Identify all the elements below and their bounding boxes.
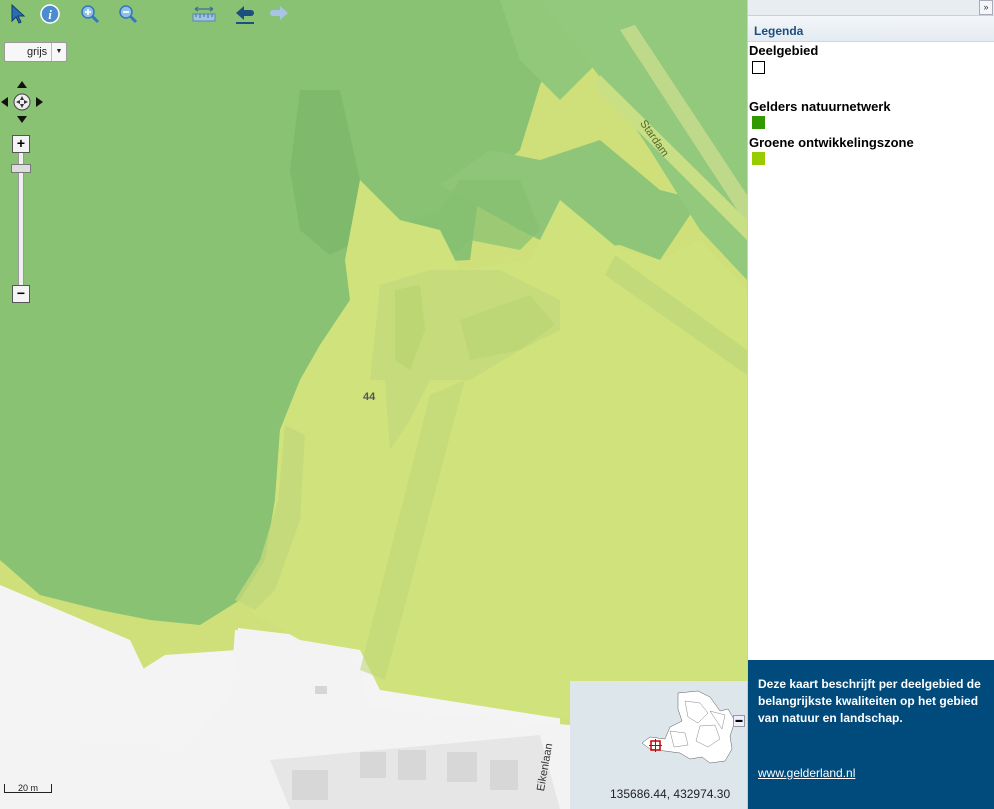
arrow-left-icon xyxy=(236,6,254,24)
pan-right-icon[interactable] xyxy=(36,97,43,107)
select-tool-button[interactable] xyxy=(4,0,32,28)
arrow-right-icon xyxy=(270,6,288,20)
map-canvas[interactable]: i grijs ▼ + − 44 Stardam Eikenlaan 20 m … xyxy=(0,0,747,809)
zoom-in-icon xyxy=(81,5,100,24)
parcel-label: 44 xyxy=(363,391,376,403)
previous-extent-button[interactable] xyxy=(231,0,259,28)
zoom-slider[interactable]: + − xyxy=(11,134,31,304)
legend-title: Legenda xyxy=(748,16,994,42)
toolbar-separator xyxy=(229,2,230,26)
legend-panel: » Legenda Deelgebied Gelders natuurnetwe… xyxy=(747,0,994,809)
ruler-icon xyxy=(192,6,216,22)
zoom-in-button[interactable]: + xyxy=(12,135,30,153)
overview-toggle-button[interactable]: ▬ xyxy=(733,715,745,727)
info-box: Deze kaart beschrijft per deelgebied de … xyxy=(748,660,994,809)
info-icon: i xyxy=(40,4,60,24)
legend-swatch-ontwikkelingszone xyxy=(752,152,765,165)
chevron-down-icon[interactable]: ▼ xyxy=(51,43,66,61)
pan-down-icon[interactable] xyxy=(17,116,27,123)
info-tool-button[interactable]: i xyxy=(36,0,64,28)
legend-swatch-deelgebied xyxy=(752,61,765,74)
pan-control[interactable] xyxy=(0,80,44,124)
pan-up-icon[interactable] xyxy=(17,81,27,88)
collapse-panel-button[interactable]: » xyxy=(979,0,993,15)
zoom-handle[interactable] xyxy=(11,164,31,173)
basemap-select[interactable]: grijs ▼ xyxy=(4,42,67,62)
zoom-in-tool-button[interactable] xyxy=(76,0,104,28)
basemap-value: grijs xyxy=(27,46,48,58)
legend-item-deelgebied-label: Deelgebied xyxy=(749,43,819,58)
coordinates-readout: 135686.44, 432974.30 xyxy=(610,787,731,801)
measure-tool-button[interactable] xyxy=(190,0,218,28)
gelderland-link[interactable]: www.gelderland.nl xyxy=(758,766,855,780)
legend-swatch-natuurnetwerk xyxy=(752,116,765,129)
arrow-pointer-icon xyxy=(11,3,26,24)
zoom-out-tool-button[interactable] xyxy=(114,0,142,28)
svg-text:i: i xyxy=(48,7,52,22)
legend-item-natuurnetwerk-label: Gelders natuurnetwerk xyxy=(749,99,891,114)
scale-bar: 20 m xyxy=(4,784,52,793)
legend-item-ontwikkelingszone-label: Groene ontwikkelingszone xyxy=(749,135,914,150)
pan-left-icon[interactable] xyxy=(1,97,8,107)
zoom-out-icon xyxy=(119,5,138,24)
zoom-out-button[interactable]: − xyxy=(12,285,30,303)
scale-label: 20 m xyxy=(4,784,52,793)
next-extent-button[interactable] xyxy=(265,0,293,28)
panel-topbar: » xyxy=(748,0,994,16)
info-text: Deze kaart beschrijft per deelgebied de … xyxy=(758,677,981,725)
